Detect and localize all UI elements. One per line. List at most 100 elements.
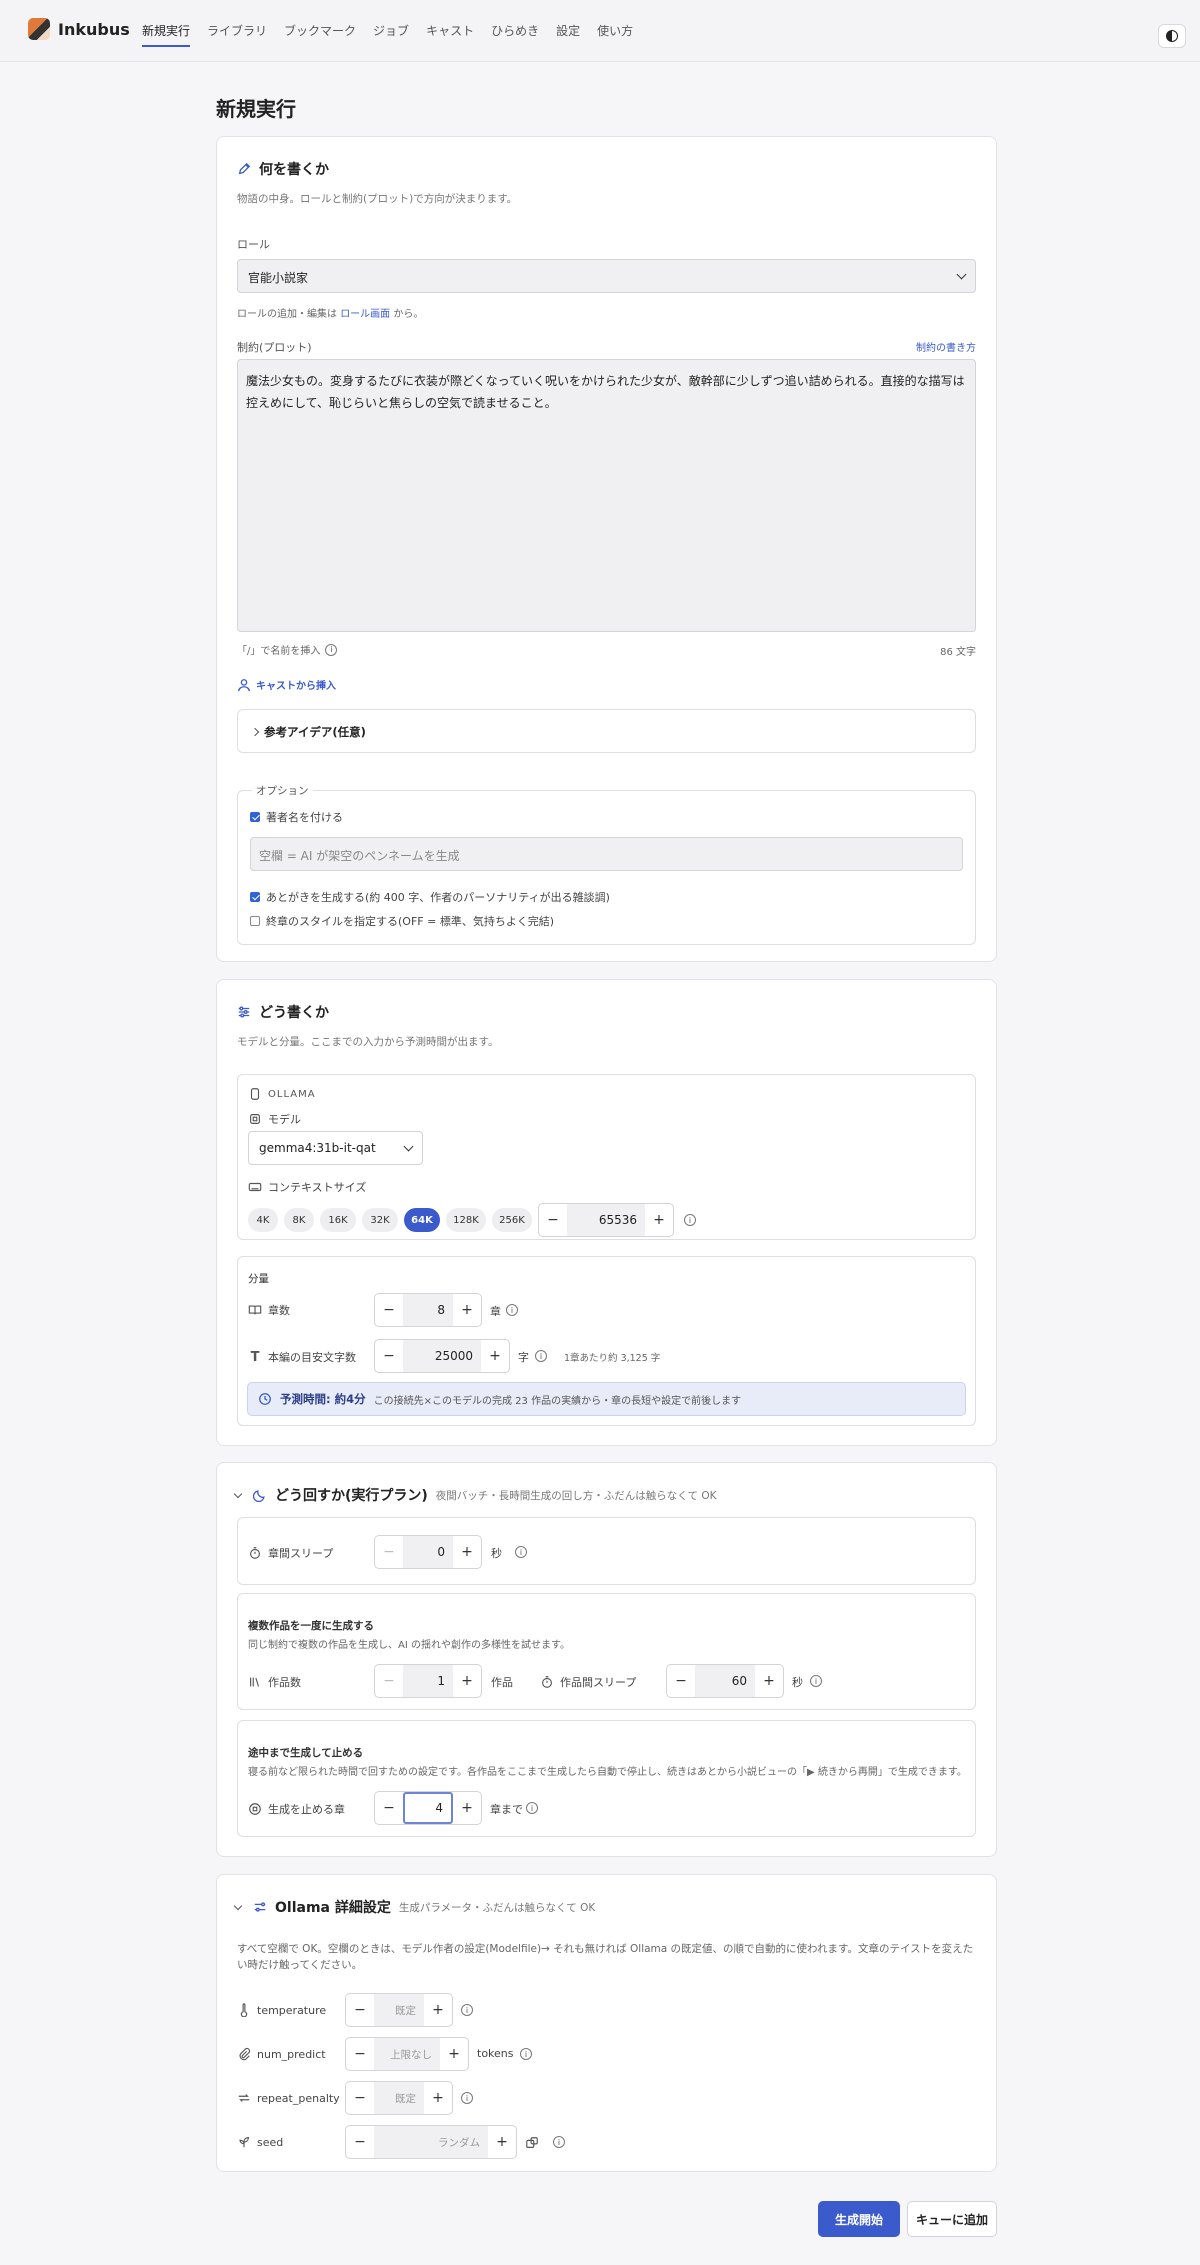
context-preset-64k[interactable]: 64K bbox=[404, 1208, 440, 1232]
info-icon[interactable]: i bbox=[810, 1675, 822, 1687]
author-name-input[interactable]: 空欄 = AI が架空のペンネームを生成 bbox=[250, 837, 963, 871]
nav-item-new-run[interactable]: 新規実行 bbox=[142, 22, 191, 47]
info-icon[interactable]: i bbox=[535, 1350, 547, 1362]
length-input[interactable]: 25000 bbox=[403, 1340, 481, 1372]
timer-icon bbox=[248, 1546, 262, 1560]
what-title: 何を書くか bbox=[259, 162, 329, 178]
num-predict-increment-button[interactable]: + bbox=[440, 2038, 468, 2070]
info-icon[interactable]: i bbox=[515, 1546, 527, 1558]
afterword-option[interactable]: あとがきを生成する(約 400 字、作者のパーソナリティが出る雑談調) bbox=[250, 889, 610, 905]
theme-toggle-button[interactable] bbox=[1158, 24, 1186, 48]
model-select[interactable]: gemma4:31b-it-qat bbox=[248, 1131, 423, 1165]
info-icon[interactable]: i bbox=[526, 1802, 538, 1814]
info-icon[interactable]: i bbox=[461, 2092, 473, 2104]
afterword-option-label: あとがきを生成する(約 400 字、作者のパーソナリティが出る雑談調) bbox=[266, 891, 610, 904]
chapters-decrement-button[interactable]: − bbox=[375, 1294, 403, 1326]
sleep-increment-button[interactable]: + bbox=[453, 1536, 481, 1568]
keyboard-icon bbox=[248, 1180, 262, 1194]
sleep-label: 章間スリープ bbox=[268, 1547, 334, 1560]
author-option[interactable]: 著者名を付ける bbox=[250, 809, 343, 825]
temperature-input[interactable]: 既定 bbox=[374, 1994, 424, 2026]
nav-item-bookmarks[interactable]: ブックマーク bbox=[284, 22, 356, 47]
contrast-icon bbox=[1166, 30, 1178, 42]
info-icon[interactable]: i bbox=[461, 2004, 473, 2016]
info-icon[interactable]: i bbox=[325, 643, 338, 656]
info-icon[interactable]: i bbox=[520, 2048, 532, 2060]
start-generation-button[interactable]: 生成開始 bbox=[818, 2201, 900, 2237]
what-card: 何を書くか 物語の中身。ロールと制約(プロット)で方向が決まります。 ロール 官… bbox=[216, 136, 997, 962]
repeat-penalty-input[interactable]: 既定 bbox=[374, 2082, 424, 2114]
run-header[interactable]: どう回すか(実行プラン) 夜間バッチ・長時間生成の回し方・ふだんは触らなくて O… bbox=[233, 1485, 716, 1505]
seed-label: seed bbox=[257, 2135, 284, 2149]
plot-textarea[interactable]: 魔法少女もの。変身するたびに衣装が際どくなっていく呪いをかけられた少女が、敵幹部… bbox=[237, 359, 976, 632]
info-icon[interactable]: i bbox=[553, 2136, 565, 2148]
role-note: ロールの追加・編集は ロール画面 から。 bbox=[237, 305, 423, 320]
context-preset-16k[interactable]: 16K bbox=[320, 1208, 356, 1232]
context-increment-button[interactable]: + bbox=[645, 1204, 673, 1236]
works-increment-button[interactable]: + bbox=[453, 1665, 481, 1697]
stop-input[interactable]: 4 bbox=[403, 1792, 453, 1824]
library-icon bbox=[248, 1675, 262, 1689]
pencil-icon bbox=[237, 162, 251, 176]
num-predict-input[interactable]: 上限なし bbox=[374, 2038, 440, 2070]
nav-item-help[interactable]: 使い方 bbox=[597, 22, 633, 47]
nav-item-settings[interactable]: 設定 bbox=[556, 22, 580, 47]
nav-item-jobs[interactable]: ジョブ bbox=[373, 22, 409, 47]
context-preset-128k[interactable]: 128K bbox=[446, 1208, 486, 1232]
thermometer-icon bbox=[237, 2003, 251, 2017]
context-preset-8k[interactable]: 8K bbox=[284, 1208, 314, 1232]
ollama-header[interactable]: Ollama 詳細設定 生成パラメータ・ふだんは触らなくて OK bbox=[233, 1897, 596, 1917]
work-sleep-input[interactable]: 60 bbox=[695, 1665, 755, 1697]
cast-insert-button[interactable]: キャストから挿入 bbox=[237, 677, 336, 692]
works-input[interactable]: 1 bbox=[403, 1665, 453, 1697]
temperature-decrement-button[interactable]: − bbox=[346, 1994, 374, 2026]
insert-hint: 「/」で名前を挿入 i bbox=[237, 642, 338, 657]
run-card: どう回すか(実行プラン) 夜間バッチ・長時間生成の回し方・ふだんは触らなくて O… bbox=[216, 1462, 997, 1857]
role-select[interactable]: 官能小説家 bbox=[237, 259, 976, 293]
ending-checkbox[interactable] bbox=[250, 916, 260, 926]
repeat-penalty-increment-button[interactable]: + bbox=[424, 2082, 452, 2114]
plot-help-link[interactable]: 制約の書き方 bbox=[916, 339, 976, 354]
role-page-link[interactable]: ロール画面 bbox=[340, 309, 390, 320]
temperature-increment-button[interactable]: + bbox=[424, 1994, 452, 2026]
work-sleep-decrement-button[interactable]: − bbox=[667, 1665, 695, 1697]
sliders-icon bbox=[237, 1005, 251, 1019]
stop-decrement-button[interactable]: − bbox=[375, 1792, 403, 1824]
context-decrement-button[interactable]: − bbox=[539, 1204, 567, 1236]
context-preset-4k[interactable]: 4K bbox=[248, 1208, 278, 1232]
ollama-subtitle: 生成パラメータ・ふだんは触らなくて OK bbox=[398, 1901, 596, 1914]
ollama-desc: すべて空欄で OK。空欄のときは、モデル作者の設定(Modelfile)→ それ… bbox=[237, 1943, 974, 1971]
add-to-queue-button[interactable]: キューに追加 bbox=[907, 2201, 997, 2237]
context-preset-32k[interactable]: 32K bbox=[362, 1208, 398, 1232]
chapters-input[interactable]: 8 bbox=[403, 1294, 453, 1326]
multi-desc: 同じ制約で複数の作品を生成し、AI の揺れや創作の多様性を試せます。 bbox=[248, 1640, 570, 1651]
ending-option[interactable]: 終章のスタイルを指定する(OFF = 標準、気持ちよく完結) bbox=[250, 913, 554, 929]
seed-increment-button[interactable]: + bbox=[488, 2126, 516, 2158]
brand[interactable]: Inkubus bbox=[28, 18, 130, 40]
num-predict-decrement-button[interactable]: − bbox=[346, 2038, 374, 2070]
stop-increment-button[interactable]: + bbox=[453, 1792, 481, 1824]
nav-item-library[interactable]: ライブラリ bbox=[207, 22, 267, 47]
length-increment-button[interactable]: + bbox=[481, 1340, 509, 1372]
sleep-input[interactable]: 0 bbox=[403, 1536, 453, 1568]
info-icon[interactable]: i bbox=[506, 1304, 518, 1316]
works-decrement-button[interactable]: − bbox=[375, 1665, 403, 1697]
nav-item-cast[interactable]: キャスト bbox=[426, 22, 474, 47]
dice-icon[interactable] bbox=[525, 2136, 539, 2150]
seed-decrement-button[interactable]: − bbox=[346, 2126, 374, 2158]
repeat-icon bbox=[237, 2091, 251, 2105]
chapters-increment-button[interactable]: + bbox=[453, 1294, 481, 1326]
afterword-checkbox[interactable] bbox=[250, 892, 260, 902]
reference-disclosure[interactable]: 参考アイデア(任意) bbox=[237, 709, 976, 753]
nav-item-ideas[interactable]: ひらめき bbox=[491, 22, 539, 47]
length-decrement-button[interactable]: − bbox=[375, 1340, 403, 1372]
context-input[interactable]: 65536 bbox=[567, 1204, 645, 1236]
repeat-penalty-decrement-button[interactable]: − bbox=[346, 2082, 374, 2114]
context-preset-256k[interactable]: 256K bbox=[492, 1208, 532, 1232]
seed-input[interactable]: ランダム bbox=[374, 2126, 488, 2158]
sleep-decrement-button[interactable]: − bbox=[375, 1536, 403, 1568]
work-sleep-increment-button[interactable]: + bbox=[755, 1665, 783, 1697]
how-card: どう書くか モデルと分量。ここまでの入力から予測時間が出ます。 OLLAMA モ… bbox=[216, 979, 997, 1446]
author-checkbox[interactable] bbox=[250, 812, 260, 822]
info-icon[interactable]: i bbox=[684, 1214, 696, 1226]
